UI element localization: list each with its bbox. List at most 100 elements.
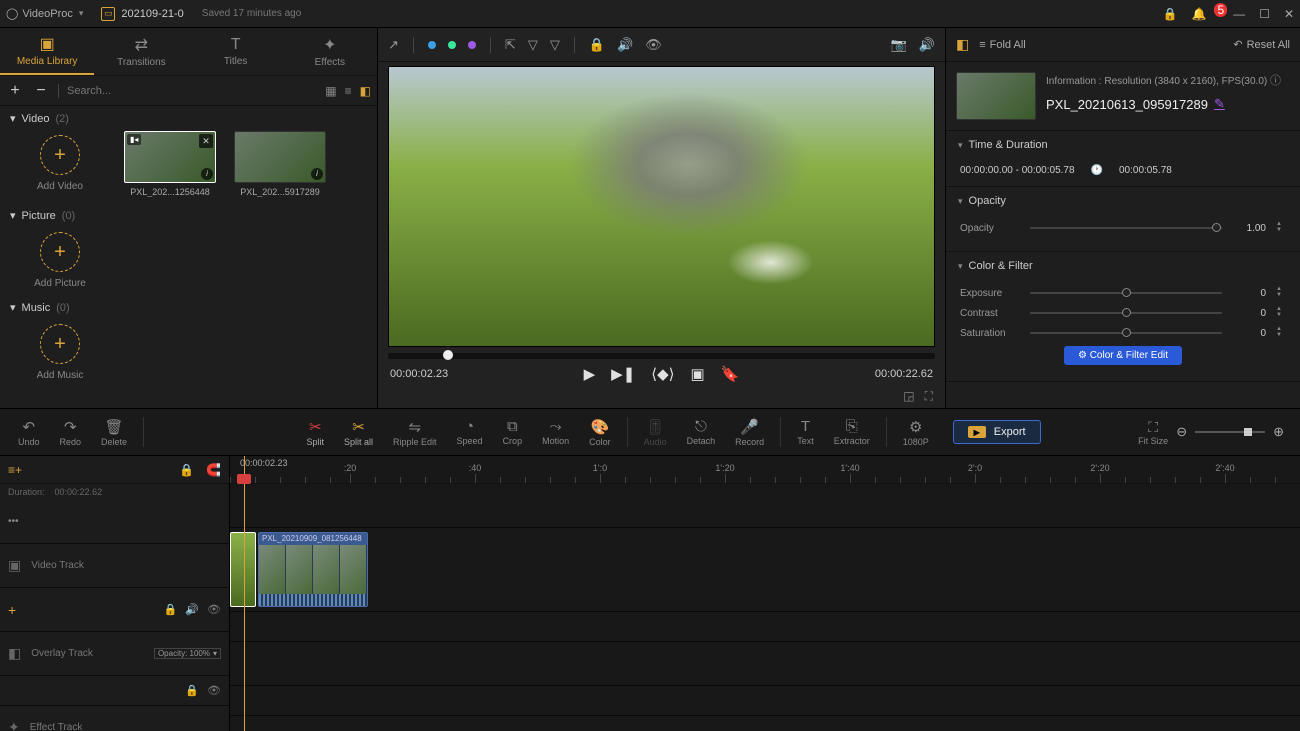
audio-button[interactable]: 🎚Audio (634, 418, 677, 447)
speed-button[interactable]: ◔Speed (447, 418, 493, 446)
split-all-button[interactable]: ✂Split all (334, 418, 383, 447)
eye-icon[interactable]: 👁 (645, 37, 662, 53)
search-input[interactable] (67, 85, 317, 97)
lock-icon[interactable]: 🔒 (185, 684, 199, 697)
preview-viewport[interactable] (388, 66, 935, 347)
undo-button[interactable]: ↶Undo (8, 418, 50, 447)
section-music[interactable]: ▾ Music (0) (10, 301, 367, 314)
export-button[interactable]: ▶Export (953, 420, 1041, 444)
section-video[interactable]: ▾ Video (2) (10, 112, 367, 125)
lib-add-button[interactable]: + (6, 82, 24, 100)
saturation-stepper[interactable]: ▲▼ (1276, 326, 1286, 340)
add-picture-button[interactable]: +Add Picture (10, 228, 110, 289)
extractor-button[interactable]: ⎘Extractor (824, 418, 880, 446)
exposure-slider[interactable] (1030, 292, 1222, 294)
delete-button[interactable]: 🗑Delete (91, 418, 137, 447)
maximize-button[interactable]: ☐ (1259, 7, 1270, 21)
add-video-button[interactable]: +Add Video (10, 131, 110, 192)
track-row[interactable] (230, 642, 1300, 686)
tab-effects[interactable]: ✦Effects (283, 28, 377, 75)
scrub-playhead[interactable] (443, 350, 453, 360)
zoom-slider[interactable] (1195, 431, 1265, 433)
lock-icon[interactable]: 🔒 (164, 603, 178, 616)
media-clip-2[interactable]: i PXL_202...5917289 (230, 131, 330, 197)
color-filter-edit-button[interactable]: ⚙ Color & Filter Edit (1064, 346, 1182, 365)
fold-all-button[interactable]: ≡Fold All (979, 39, 1026, 51)
clip-remove-icon[interactable]: ✕ (199, 134, 213, 148)
eye-icon[interactable]: 👁 (207, 603, 221, 616)
ripple-button[interactable]: ⇋Ripple Edit (383, 418, 447, 447)
track-row[interactable] (230, 716, 1300, 731)
magnet-icon[interactable]: 🧲 (206, 463, 221, 477)
color-dot-green[interactable] (448, 41, 456, 49)
color-dot-blue[interactable] (428, 41, 436, 49)
record-button[interactable]: 🎤Record (725, 418, 774, 447)
track-row-video[interactable]: PXL_20210909_081256448 (230, 528, 1300, 612)
marker-add-icon[interactable]: 🔖 (721, 365, 740, 383)
color-button[interactable]: 🎨Color (579, 418, 621, 447)
opacity-indicator[interactable]: Opacity: 100%▾ (154, 648, 221, 659)
track-row[interactable] (230, 612, 1300, 642)
preview-toggle-icon[interactable]: ◧ (360, 84, 371, 98)
lock-icon[interactable]: 🔒 (589, 37, 605, 53)
contrast-slider[interactable] (1030, 312, 1222, 314)
motion-button[interactable]: ⤳Motion (532, 418, 579, 446)
notification-icon[interactable]: 🔔5 (1192, 7, 1220, 21)
contrast-stepper[interactable]: ▲▼ (1276, 306, 1286, 320)
fit-size-button[interactable]: ⛶Fit Size (1138, 419, 1168, 446)
add-music-button[interactable]: +Add Music (10, 320, 110, 381)
section-time-duration[interactable]: ▾Time & Duration (946, 131, 1300, 159)
snap-icon[interactable]: ⇱ (505, 37, 516, 53)
volume-icon[interactable]: 🔊 (617, 37, 633, 53)
marker-icon[interactable]: ▽ (528, 37, 538, 53)
minimize-button[interactable]: — (1233, 7, 1245, 21)
timeline-ruler[interactable]: :20:401':01':201':402':02':202':40 (230, 456, 1300, 484)
tab-media-library[interactable]: ▣Media Library (0, 28, 94, 75)
add-track-menu-icon[interactable]: ≡+ (8, 463, 22, 477)
track-add-row[interactable]: +🔒🔊👁 (0, 588, 229, 632)
info-icon[interactable]: i (311, 168, 323, 180)
playhead[interactable] (244, 456, 245, 731)
color-dot-purple[interactable] (468, 41, 476, 49)
saturation-slider[interactable] (1030, 332, 1222, 334)
arrow-icon[interactable]: ↗ (388, 37, 399, 53)
section-color-filter[interactable]: ▾Color & Filter (946, 252, 1300, 280)
section-picture[interactable]: ▾ Picture (0) (10, 209, 367, 222)
lock-tracks-icon[interactable]: 🔒 (179, 463, 194, 477)
redo-button[interactable]: ↷Redo (50, 418, 92, 447)
lock-icon[interactable]: 🔒 (1163, 7, 1178, 21)
zoom-in-icon[interactable]: ⊕ (1273, 424, 1284, 440)
play-button[interactable]: ▶ (584, 365, 596, 383)
crop-button[interactable]: ⧉Crop (493, 418, 533, 446)
tab-titles[interactable]: TTitles (189, 28, 283, 75)
exposure-stepper[interactable]: ▲▼ (1276, 286, 1286, 300)
scrub-bar[interactable] (388, 353, 935, 359)
resolution-button[interactable]: ⚙1080P (893, 418, 939, 447)
track-header-more[interactable]: ••• (0, 500, 229, 544)
fullscreen-icon[interactable]: ⛶ (925, 389, 933, 404)
text-button[interactable]: TText (787, 418, 824, 446)
volume-icon[interactable]: 🔊 (185, 603, 199, 616)
detach-button[interactable]: ⎋Detach (677, 418, 726, 446)
project-chip[interactable]: ▭ 202109-21-0 (101, 7, 183, 21)
volume-icon[interactable]: 🔊 (919, 37, 935, 53)
marker2-icon[interactable]: ▽ (550, 37, 560, 53)
lib-remove-button[interactable]: − (32, 82, 50, 100)
eye-icon[interactable]: 👁 (207, 684, 221, 697)
media-clip-1[interactable]: ▮◂✕i PXL_202...1256448 (120, 131, 220, 197)
pip-icon[interactable]: ◲ (903, 389, 914, 404)
opacity-slider[interactable] (1030, 227, 1222, 229)
track-header-video[interactable]: ▣Video Track (0, 544, 229, 588)
track-row[interactable] (230, 484, 1300, 528)
help-icon[interactable]: ⓘ (1270, 75, 1281, 87)
section-opacity[interactable]: ▾Opacity (946, 187, 1300, 215)
grid-view-icon[interactable]: ▦ (325, 84, 336, 98)
play-range-button[interactable]: ▶❚ (611, 365, 635, 383)
tab-transitions[interactable]: ⇄Transitions (94, 28, 188, 75)
safe-zone-icon[interactable]: ▣ (691, 365, 705, 383)
close-button[interactable]: ✕ (1284, 7, 1294, 21)
track-header-effect[interactable]: ✦Effect Track (0, 706, 229, 731)
timeline-clip-main[interactable]: PXL_20210909_081256448 (258, 532, 368, 607)
opacity-stepper[interactable]: ▲▼ (1276, 221, 1286, 235)
info-icon[interactable]: i (201, 168, 213, 180)
